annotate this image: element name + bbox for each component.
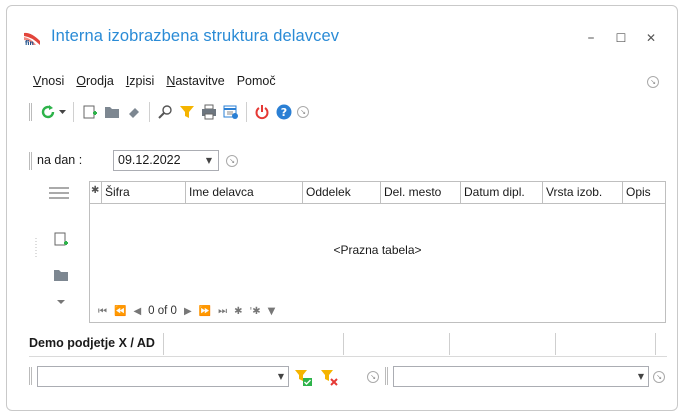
- hamburger-icon[interactable]: [49, 186, 69, 200]
- column-header[interactable]: Ime delavca: [186, 182, 303, 204]
- toolbar-separator: [149, 102, 150, 122]
- minimize-button[interactable]: –: [581, 28, 601, 48]
- print-icon[interactable]: [200, 103, 218, 121]
- refresh-icon[interactable]: [39, 103, 57, 121]
- column-header[interactable]: Del. mesto: [381, 182, 461, 204]
- menu-nastavitve[interactable]: Nastavitve: [166, 74, 224, 92]
- date-label: na dan :: [37, 153, 83, 167]
- filter-record-icon[interactable]: ▼: [268, 306, 276, 317]
- column-header[interactable]: Opis: [623, 182, 665, 204]
- close-button[interactable]: ✕: [641, 28, 661, 48]
- filter-combo-right-dropdown-icon[interactable]: ▼: [636, 372, 646, 382]
- empty-table-text: <Prazna tabela>: [333, 243, 422, 257]
- tab-separator: [449, 333, 450, 355]
- column-header[interactable]: Datum dipl.: [461, 182, 543, 204]
- maximize-button[interactable]: ☐: [611, 28, 631, 48]
- tab-demo-podjetje[interactable]: Demo podjetje X / AD: [29, 333, 164, 355]
- tab-separator: [655, 333, 656, 355]
- menu-vnosi[interactable]: Vnosi: [33, 74, 64, 92]
- record-navigator: ⏮ ⏪ ◀ 0 of 0 ▶ ⏩ ⏭ ✱ '✱ ▼: [98, 303, 275, 319]
- main-window: fin Interna izobrazbena struktura delavc…: [6, 5, 678, 411]
- date-dropdown-icon[interactable]: ▼: [204, 156, 214, 166]
- datebar-grip[interactable]: [29, 152, 32, 170]
- side-grip[interactable]: [35, 238, 38, 258]
- prev-page-icon[interactable]: ⏪: [114, 306, 126, 317]
- side-folder-icon[interactable]: [53, 268, 69, 282]
- column-header[interactable]: Vrsta izob.: [543, 182, 623, 204]
- menu-pomoc[interactable]: Pomoč: [237, 74, 276, 92]
- new-document-icon[interactable]: [81, 103, 99, 121]
- append-record-icon[interactable]: ✱: [234, 306, 242, 317]
- toolbar-separator: [246, 102, 247, 122]
- toolbar-overflow-icon[interactable]: ↘: [297, 106, 309, 118]
- filterbar-grip-right[interactable]: [385, 367, 388, 385]
- record-count: 0 of 0: [148, 305, 177, 317]
- next-record-icon[interactable]: ▶: [184, 306, 192, 317]
- filter-combo-left-dropdown-icon[interactable]: ▼: [276, 372, 286, 382]
- tab-bar: Demo podjetje X / AD: [29, 329, 667, 357]
- title-bar: fin Interna izobrazbena struktura delavc…: [7, 6, 677, 64]
- menu-bar: Vnosi Orodja Izpisi Nastavitve Pomoč: [33, 74, 276, 92]
- filter-combo-right[interactable]: ▼: [393, 366, 649, 387]
- data-grid[interactable]: ✱ Šifra Ime delavca Oddelek Del. mesto D…: [89, 181, 666, 323]
- eraser-icon[interactable]: [125, 103, 143, 121]
- menu-orodja[interactable]: Orodja: [76, 74, 114, 92]
- clear-filter-icon[interactable]: [321, 369, 339, 387]
- filterbar-right-overflow-icon[interactable]: ↘: [653, 371, 665, 383]
- toolbar-grip[interactable]: [29, 103, 32, 121]
- menu-izpisi[interactable]: Izpisi: [126, 74, 155, 92]
- first-record-icon[interactable]: ⏮: [98, 306, 107, 317]
- app-logo-icon: fin: [24, 32, 40, 46]
- refresh-dropdown-icon[interactable]: [58, 103, 66, 121]
- window-title: Interna izobrazbena struktura delavcev: [51, 27, 340, 45]
- export-icon[interactable]: [222, 103, 240, 121]
- grid-header: ✱ Šifra Ime delavca Oddelek Del. mesto D…: [90, 182, 665, 204]
- power-icon[interactable]: [253, 103, 271, 121]
- filter-combo-left[interactable]: ▼: [37, 366, 289, 387]
- column-header[interactable]: Oddelek: [303, 182, 381, 204]
- new-row-indicator-icon: ✱: [90, 182, 102, 204]
- column-header[interactable]: Šifra: [102, 182, 186, 204]
- menu-overflow-icon[interactable]: ↘: [647, 76, 659, 88]
- apply-filter-icon[interactable]: [295, 369, 313, 387]
- side-new-document-icon[interactable]: [53, 232, 69, 248]
- toolbar-separator: [73, 102, 74, 122]
- svg-text:?: ?: [281, 106, 287, 119]
- datebar-overflow-icon[interactable]: ↘: [226, 155, 238, 167]
- filter-bar: ▼ ↘ ▼ ↘: [29, 362, 669, 390]
- toolbar: ? ↘: [29, 100, 429, 124]
- filter-icon[interactable]: [178, 103, 196, 121]
- edit-record-icon[interactable]: '✱: [249, 306, 260, 317]
- filterbar-overflow-icon[interactable]: ↘: [367, 371, 379, 383]
- prev-record-icon[interactable]: ◀: [133, 306, 141, 317]
- filterbar-grip[interactable]: [29, 367, 32, 385]
- side-expand-icon[interactable]: [57, 300, 65, 305]
- folder-icon[interactable]: [103, 103, 121, 121]
- svg-text:fin: fin: [25, 40, 34, 46]
- side-toolbar: [35, 184, 77, 324]
- tab-separator: [555, 333, 556, 355]
- help-icon[interactable]: ?: [275, 103, 293, 121]
- next-page-icon[interactable]: ⏩: [199, 306, 211, 317]
- tab-separator: [343, 333, 344, 355]
- last-record-icon[interactable]: ⏭: [218, 306, 227, 317]
- search-icon[interactable]: [156, 103, 174, 121]
